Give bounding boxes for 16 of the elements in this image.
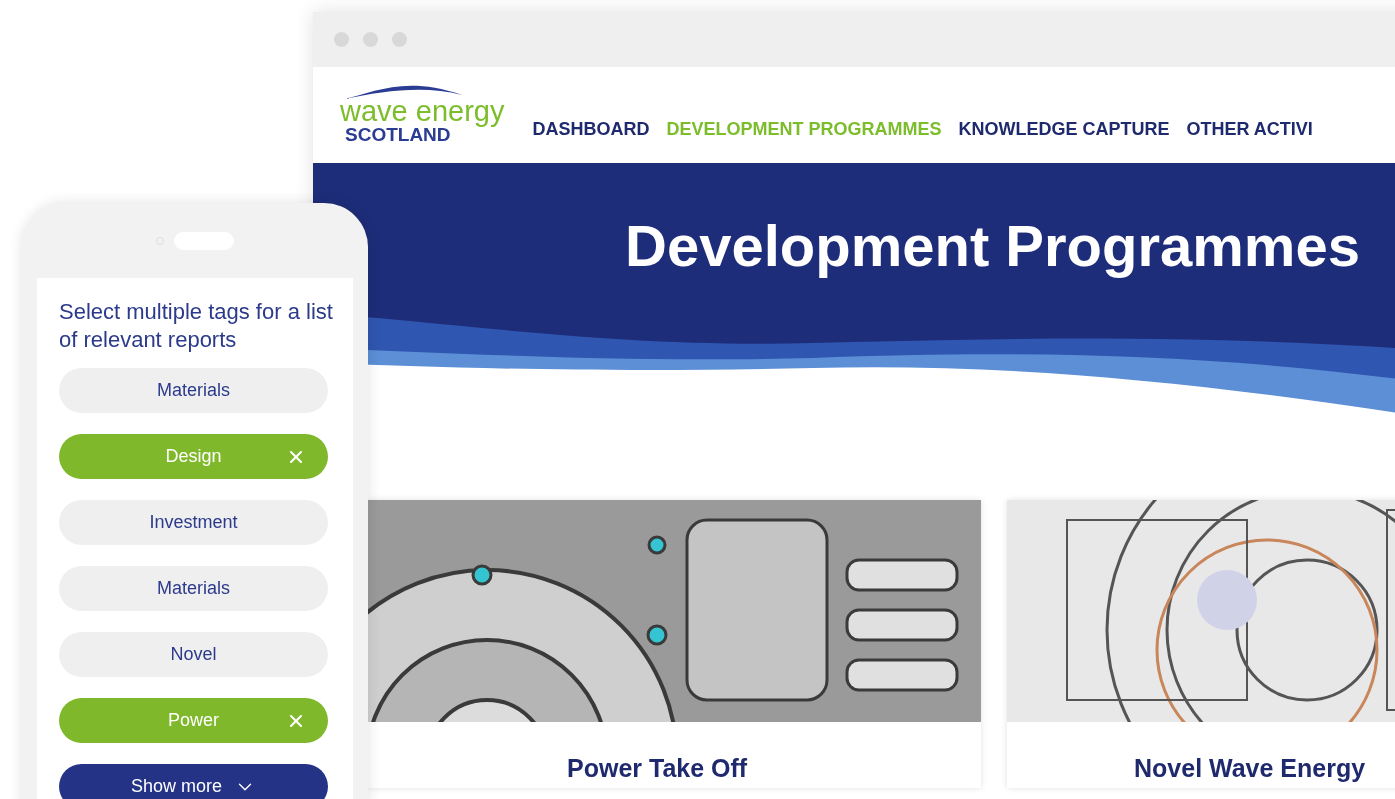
card-title: Power Take Off	[567, 753, 748, 784]
nav-link[interactable]: OTHER ACTIVI	[1186, 116, 1313, 143]
nav-link[interactable]: KNOWLEDGE CAPTURE	[958, 116, 1170, 143]
nav-link[interactable]: DASHBOARD	[532, 116, 650, 143]
programme-card[interactable]: Novel Wave Energy	[1007, 500, 1395, 788]
tag-button[interactable]: Materials	[59, 566, 328, 611]
tag-button[interactable]: Novel	[59, 632, 328, 677]
card-title: Novel Wave Energy	[1134, 753, 1366, 784]
programme-card[interactable]: Power Take Off	[367, 500, 981, 788]
hero-title: Development Programmes	[625, 212, 1360, 280]
logo-text: SCOTLAND	[345, 125, 451, 145]
tag-button[interactable]: Investment	[59, 500, 328, 545]
show-more-button[interactable]: Show more	[59, 764, 328, 799]
instructions-text: Select multiple tags for a list of relevant reports	[59, 298, 334, 354]
tag-button[interactable]: Materials	[59, 368, 328, 413]
logo-text: wave energy	[340, 97, 505, 125]
